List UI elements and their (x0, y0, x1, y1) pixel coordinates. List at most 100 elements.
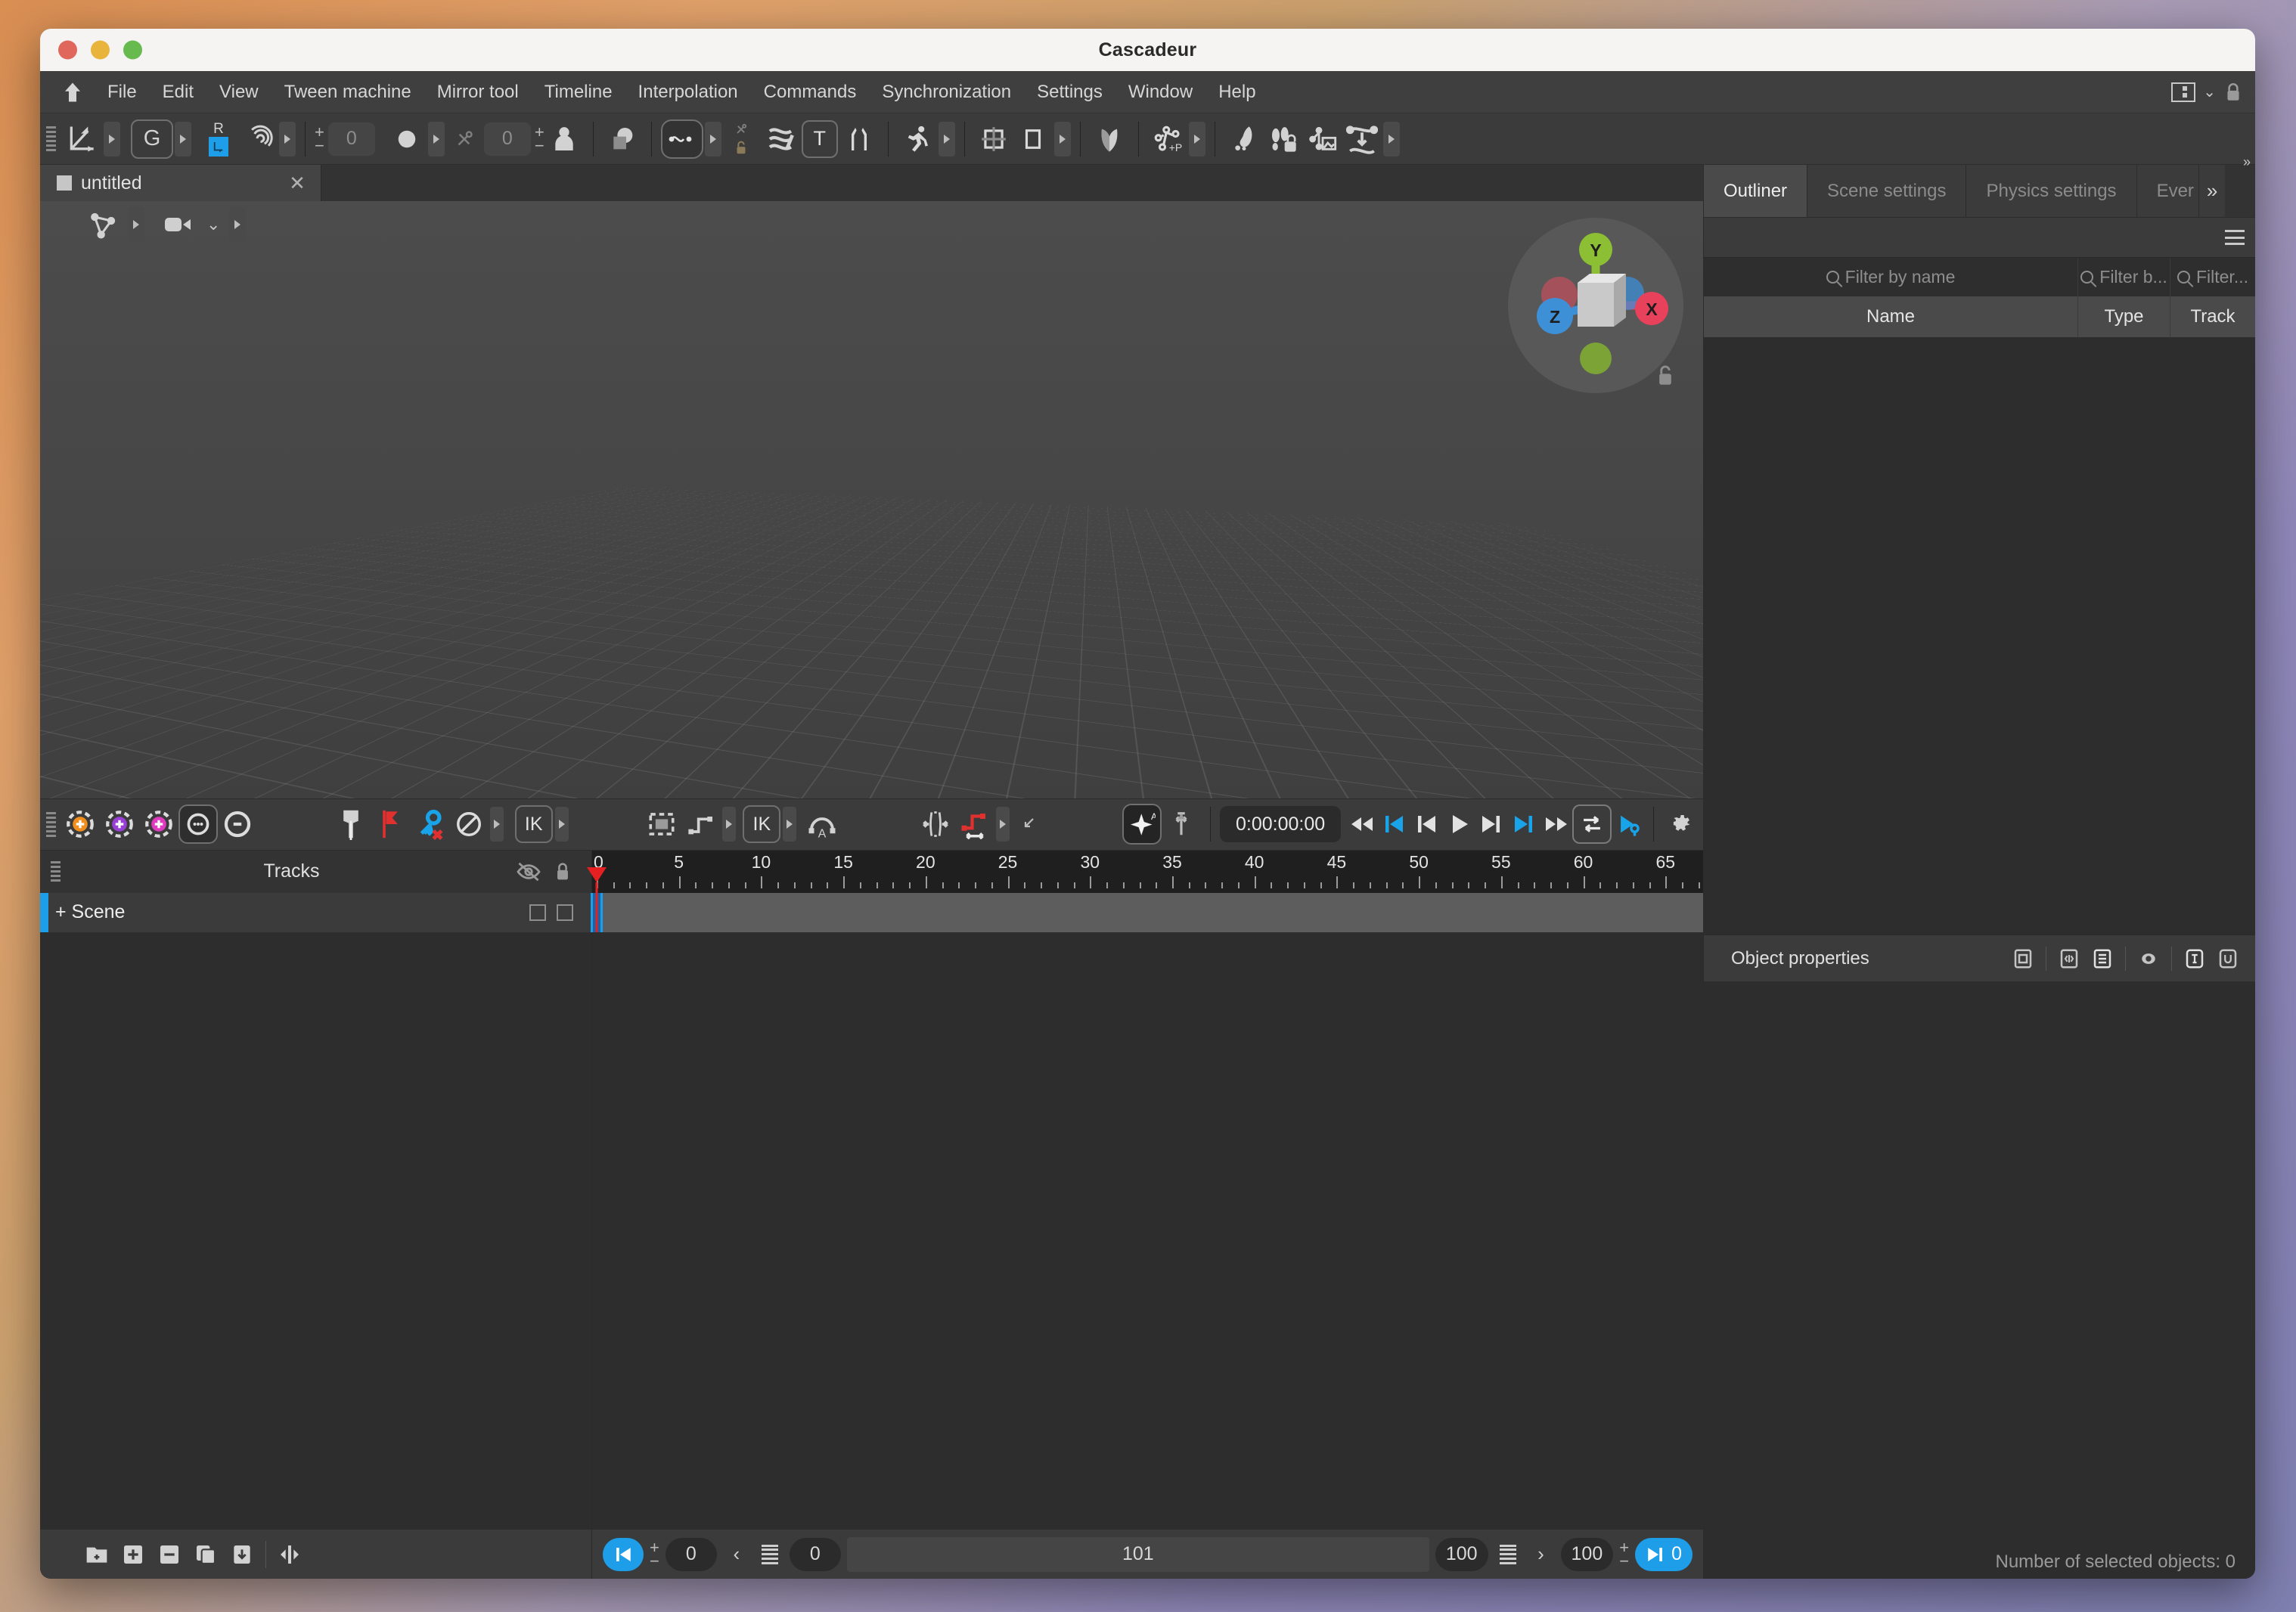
pin-off-icon-2[interactable] (732, 122, 750, 137)
text-tool-button[interactable]: T (800, 119, 839, 159)
next-frame-button[interactable]: › (1528, 1539, 1555, 1570)
global-space-button[interactable]: G (131, 119, 173, 159)
orientation-gizmo[interactable]: Y X Z (1508, 218, 1683, 393)
grip-icon[interactable] (51, 857, 63, 887)
no-entry-dropdown[interactable] (489, 807, 504, 842)
spiral-dropdown[interactable] (279, 121, 296, 157)
ik-edit-dropdown[interactable] (783, 807, 797, 842)
no-entry-icon[interactable] (449, 804, 489, 844)
filter-by-track-input[interactable]: Filter... (2170, 258, 2255, 296)
interpolate-key-icon[interactable] (178, 804, 219, 844)
unlock-icon[interactable] (733, 139, 749, 156)
axis-gizmo-icon[interactable] (63, 119, 102, 159)
brackets-icon[interactable] (839, 119, 879, 159)
loop-toggle-icon[interactable] (1572, 804, 1612, 844)
pose-to-image-icon[interactable] (1303, 119, 1342, 159)
add-key-purple-icon[interactable] (100, 804, 139, 844)
red-flag-icon[interactable] (371, 804, 410, 844)
value-stepper-2[interactable]: 0 + − (483, 122, 545, 156)
add-key-orange-icon[interactable] (61, 804, 100, 844)
new-folder-button[interactable] (84, 1542, 110, 1567)
eye-off-icon[interactable] (516, 861, 541, 882)
rectangle-dropdown[interactable] (1053, 121, 1071, 157)
marquee-select-icon[interactable] (642, 804, 681, 844)
value-stepper-1[interactable]: + − 0 (315, 122, 375, 156)
menu-item-help[interactable]: Help (1205, 76, 1268, 109)
camera-dropdown[interactable] (229, 207, 247, 242)
filter-by-name-input[interactable]: Filter by name (1704, 258, 2078, 296)
timeline-ruler[interactable]: 0510152025303540455055606570758085909510… (592, 851, 1703, 893)
corner-arrow-icon[interactable] (1010, 804, 1049, 844)
go-to-start-frame-button[interactable] (603, 1537, 644, 1571)
ik-button[interactable]: IK (514, 804, 554, 844)
u-tool-icon[interactable] (2211, 944, 2245, 974)
play-key-icon[interactable] (1612, 805, 1644, 843)
go-to-end-frame-button[interactable]: 0 (1635, 1537, 1693, 1571)
rotation-axis-icon[interactable] (209, 136, 228, 157)
filter-by-type-input[interactable]: Filter b... (2078, 258, 2170, 296)
auto-physics-icon[interactable]: A (1122, 804, 1162, 845)
menu-item-interpolation[interactable]: Interpolation (625, 76, 751, 109)
tab-scene-settings[interactable]: Scene settings (1807, 165, 1967, 217)
add-file-button[interactable] (120, 1542, 146, 1567)
menu-item-view[interactable]: View (206, 76, 271, 109)
stepper-plus-minus[interactable]: + − (315, 122, 324, 156)
lock-icon[interactable] (552, 860, 573, 883)
footsteps-lock-icon[interactable] (1264, 119, 1303, 159)
column-type[interactable]: Type (2078, 296, 2170, 337)
range-bar[interactable]: 101 (846, 1536, 1429, 1572)
menu-item-file[interactable]: File (95, 76, 150, 109)
visibility-icon[interactable] (2132, 944, 2165, 974)
rectangle-icon[interactable] (1013, 119, 1053, 159)
spline-dropdown[interactable] (704, 121, 721, 157)
menu-item-window[interactable]: Window (1115, 76, 1205, 109)
physics-plus-p-icon[interactable]: +P (1148, 119, 1187, 159)
minimize-button[interactable] (91, 40, 110, 60)
close-icon[interactable]: ✕ (286, 172, 309, 195)
hamburger-menu-icon[interactable] (2225, 230, 2245, 245)
frame-list-icon[interactable] (756, 1539, 783, 1570)
viewport-3d[interactable]: ⌄ Y X Z (40, 201, 1703, 798)
zoom-button[interactable] (123, 40, 142, 60)
go-to-end-button[interactable] (1508, 805, 1540, 843)
split-button[interactable] (277, 1542, 303, 1567)
timeline-strip-scene[interactable] (591, 892, 1703, 932)
running-man-icon[interactable] (898, 119, 937, 159)
track-visibility-checkbox[interactable] (529, 904, 546, 921)
stepper-plus-minus-2[interactable]: + − (535, 122, 545, 156)
prev-key-button[interactable] (1410, 805, 1443, 843)
overlap-shapes-icon[interactable] (603, 119, 642, 159)
mesh-filter-icon[interactable] (84, 205, 123, 244)
trajectory-red-icon[interactable] (955, 804, 994, 844)
outliner-list[interactable] (1704, 337, 2255, 935)
menu-item-mirror-tool[interactable]: Mirror tool (424, 76, 532, 109)
timeline-toolbar-grip[interactable] (46, 809, 56, 839)
close-button[interactable] (58, 40, 77, 60)
pin-off-icon[interactable] (445, 119, 484, 159)
playhead-marker[interactable] (587, 866, 607, 882)
remove-file-button[interactable] (157, 1542, 182, 1567)
range-end-field-1[interactable]: 100 (1435, 1537, 1488, 1571)
range-list-icon[interactable] (1494, 1539, 1522, 1570)
value-field-1[interactable]: 0 (327, 122, 375, 156)
tab-outliner[interactable]: Outliner (1704, 165, 1808, 217)
toolbar-grip[interactable] (46, 124, 58, 154)
list-view-icon[interactable] (2086, 944, 2119, 974)
import-button[interactable] (229, 1542, 255, 1567)
column-name[interactable]: Name (1704, 296, 2078, 337)
play-button[interactable] (1443, 805, 1475, 843)
drop-dropdown[interactable] (1382, 121, 1400, 157)
column-track[interactable]: Track (2170, 296, 2255, 337)
auto-arc-icon[interactable]: A (802, 804, 842, 844)
menu-item-synchronization[interactable]: Synchronization (869, 76, 1024, 109)
rewind-button[interactable] (1345, 805, 1378, 843)
panel-view-icon[interactable] (2006, 944, 2040, 974)
range-end-field-2[interactable]: 100 (1560, 1537, 1614, 1571)
track-row-scene[interactable]: + Scene (40, 892, 591, 932)
object-properties-body[interactable] (1704, 981, 2255, 1579)
gear-icon[interactable] (1663, 805, 1696, 843)
panel-expand-icon[interactable]: » (2243, 154, 2251, 170)
camera-icon[interactable] (160, 205, 199, 244)
menu-item-tween-machine[interactable]: Tween machine (271, 76, 424, 109)
align-center-icon[interactable] (1162, 804, 1201, 844)
